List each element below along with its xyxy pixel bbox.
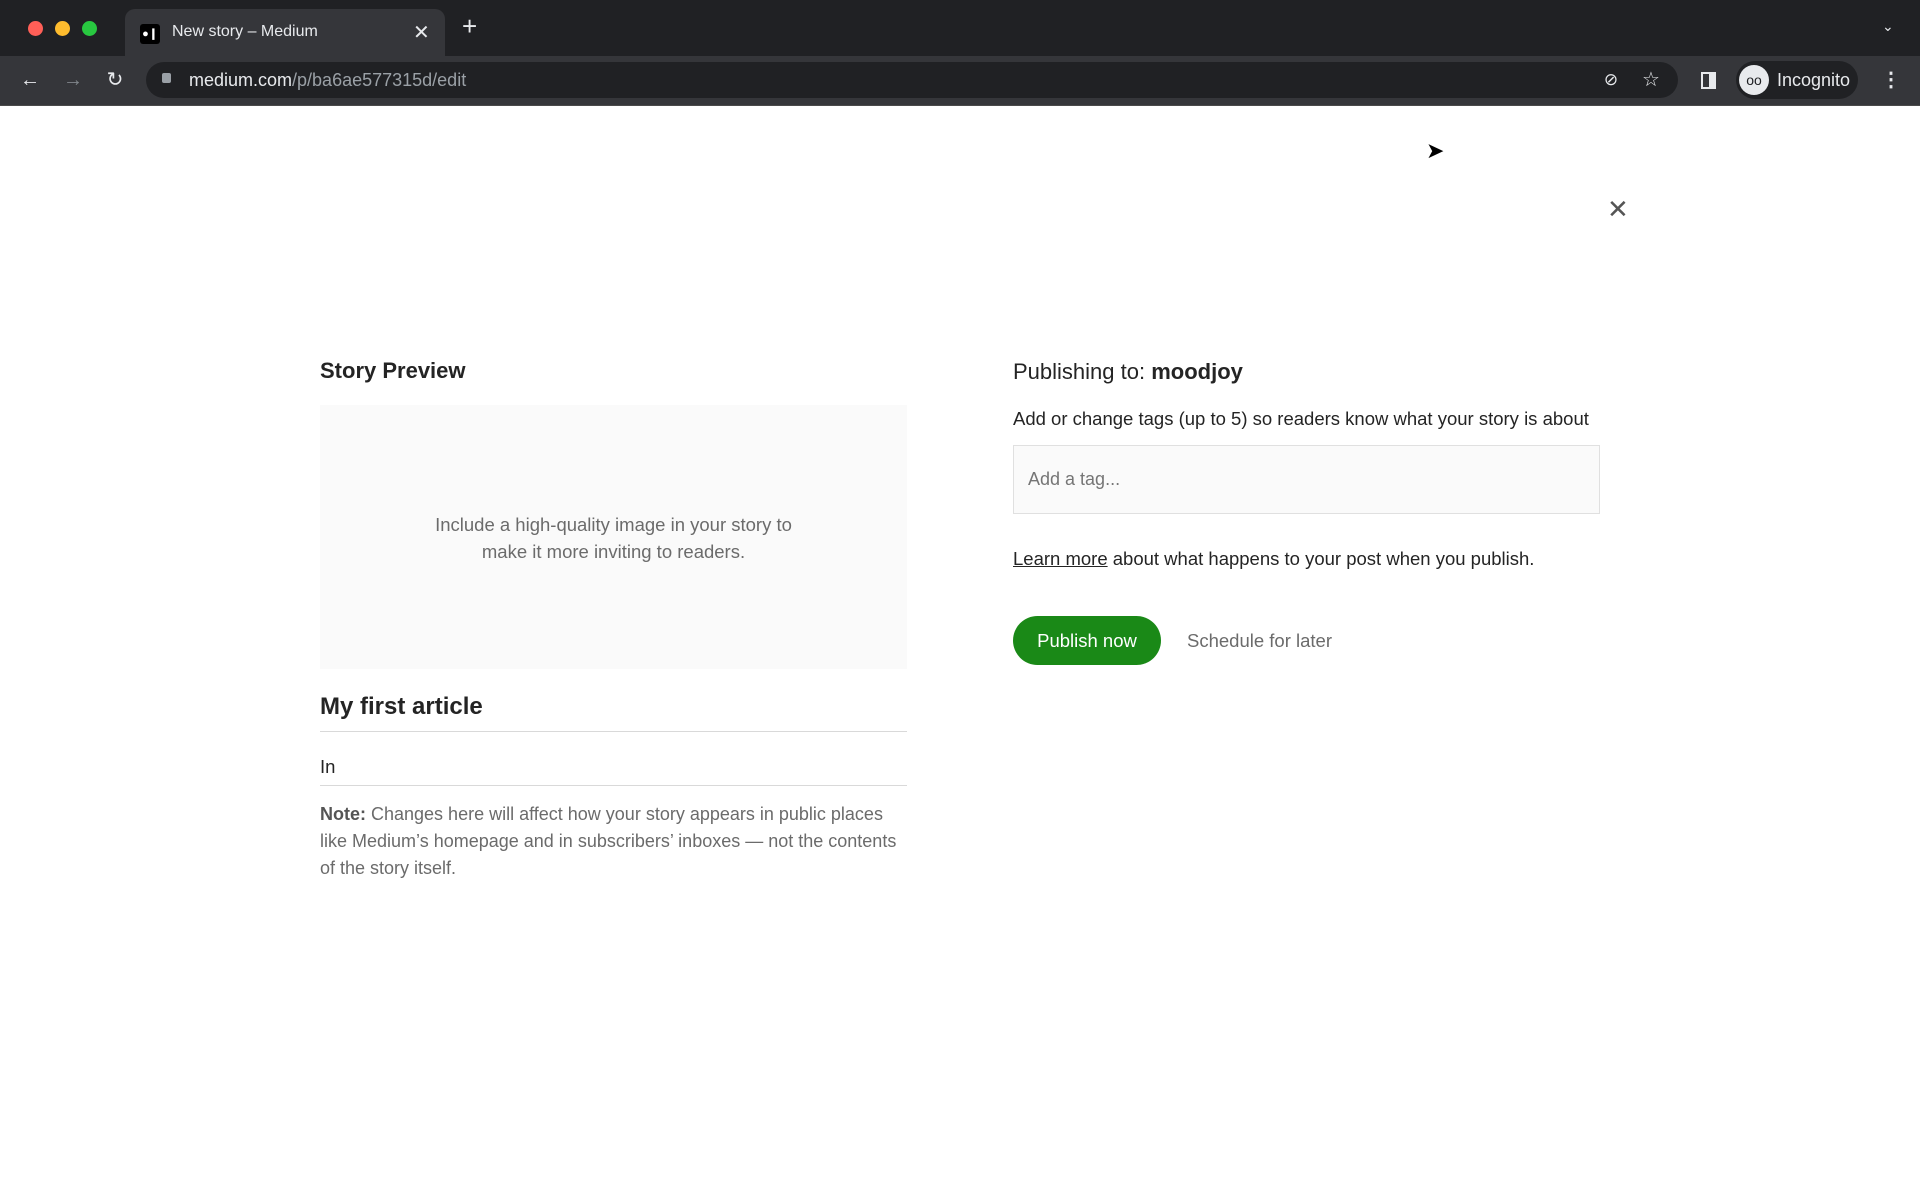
schedule-later-button[interactable]: Schedule for later [1187, 630, 1332, 652]
publish-now-button[interactable]: Publish now [1013, 616, 1161, 665]
preview-subtitle-input[interactable]: In [320, 753, 907, 786]
profile-label: Incognito [1777, 70, 1851, 90]
story-preview-heading: Story Preview [320, 358, 466, 383]
lock-icon [162, 73, 171, 83]
preview-title-input[interactable]: My first article [320, 693, 907, 732]
tab-close-icon[interactable]: ✕ [413, 20, 430, 45]
tab-title: New story – Medium [172, 23, 318, 40]
tab-list-chevron-icon[interactable]: ⌄ [1882, 18, 1894, 35]
mouse-cursor-icon: ➤ [1426, 138, 1445, 163]
preview-image-dropzone[interactable]: Include a high-quality image in your sto… [320, 405, 907, 669]
incognito-icon: oo [1739, 65, 1769, 95]
star-icon[interactable]: ☆ [1636, 62, 1666, 98]
medium-favicon-icon: ●❙ [140, 24, 160, 44]
close-icon[interactable]: ✕ [1607, 194, 1629, 225]
image-hint-line: Include a high-quality image in your sto… [435, 514, 792, 535]
back-icon[interactable]: ← [12, 62, 48, 98]
forward-icon: → [63, 69, 83, 91]
address-bar[interactable]: medium.com/p/ba6ae577315d/edit ⊘ ☆ [146, 62, 1678, 98]
kebab-menu-icon[interactable]: ⋮ [1873, 62, 1909, 98]
url-domain: medium.com [189, 70, 293, 90]
learn-more-suffix: about what happens to your post when you… [1107, 548, 1535, 569]
eye-off-icon[interactable]: ⊘ [1596, 62, 1626, 98]
note-text: Changes here will affect how your story … [320, 804, 897, 878]
tag-input[interactable] [1013, 445, 1600, 514]
learn-more-text: Learn more about what happens to your po… [1013, 545, 1534, 572]
tab-new-story[interactable]: ●❙ New story – Medium ✕ [125, 9, 445, 56]
preview-note: Note: Changes here will affect how your … [320, 801, 910, 882]
new-tab-icon[interactable]: + [462, 13, 477, 39]
note-label: Note: [320, 804, 366, 824]
window-close-button[interactable] [28, 21, 43, 36]
learn-more-link[interactable]: Learn more [1013, 548, 1108, 569]
url-path: /p/ba6ae577315d/edit [292, 70, 467, 90]
url-text: medium.com/p/ba6ae577315d/edit [189, 70, 466, 91]
incognito-profile-button[interactable]: oo Incognito [1736, 61, 1858, 99]
image-hint-line: make it more inviting to readers. [481, 541, 746, 562]
side-panel-icon[interactable] [1701, 72, 1716, 89]
publishing-to-label: Publishing to: [1013, 359, 1152, 384]
tags-hint: Add or change tags (up to 5) so readers … [1013, 408, 1589, 429]
reload-icon[interactable]: ↻ [97, 62, 133, 98]
tab-strip: ●❙ New story – Medium ✕ + ⌄ [0, 0, 1920, 56]
publishing-to: Publishing to: moodjoy [1013, 359, 1243, 385]
browser-toolbar: ← → ↻ medium.com/p/ba6ae577315d/edit ⊘ ☆… [0, 56, 1920, 106]
publication-name: moodjoy [1151, 359, 1243, 384]
window-zoom-button[interactable] [82, 21, 97, 36]
window-minimize-button[interactable] [55, 21, 70, 36]
